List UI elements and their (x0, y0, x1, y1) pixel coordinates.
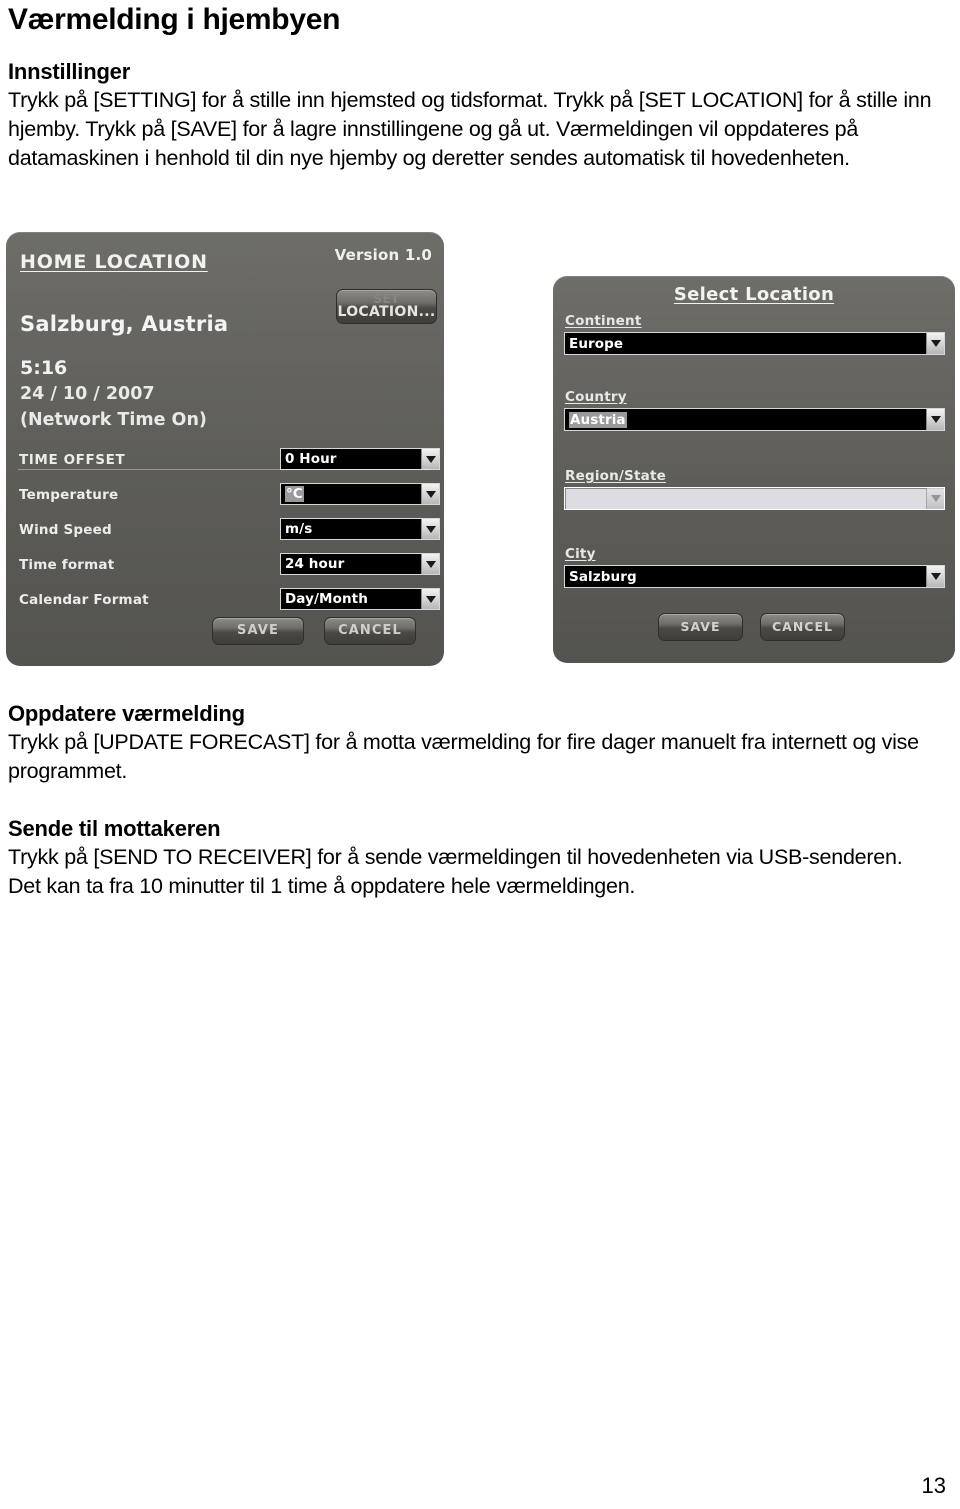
setting-label-wind-speed: Wind Speed (19, 522, 112, 538)
section-oppdatere-vaermelding: Oppdatere værmelding Trykk på [UPDATE FO… (8, 700, 938, 786)
select-location-window: Select Location Continent Europe Country… (553, 276, 955, 663)
chevron-down-icon (926, 566, 944, 587)
dropdown-city[interactable]: Salzburg (564, 565, 945, 588)
page-number: 13 (921, 1473, 946, 1498)
label-region-state: Region/State (565, 468, 666, 484)
setting-label-time-offset: TIME OFFSET (19, 452, 126, 468)
settings-divider (18, 469, 430, 470)
home-time-value: 5:16 (20, 357, 68, 379)
label-country: Country (565, 389, 627, 405)
select-cancel-button[interactable]: CANCEL (760, 613, 845, 641)
dropdown-wind-speed-value: m/s (285, 521, 313, 537)
chevron-down-icon (926, 333, 944, 354)
dropdown-time-offset-value: 0 Hour (285, 451, 337, 467)
section-heading: Innstillinger (8, 59, 131, 84)
dropdown-region-state[interactable] (564, 487, 945, 510)
dropdown-wind-speed[interactable]: m/s (280, 518, 440, 540)
setting-label-time-format: Time format (19, 557, 115, 573)
dropdown-country-value: Austria (569, 411, 627, 428)
section-heading: Sende til mottakeren (8, 816, 221, 841)
dropdown-temperature-value: °C (285, 486, 304, 502)
setting-row-time-format: Time format 24 hour (6, 549, 444, 584)
dropdown-time-offset[interactable]: 0 Hour (280, 448, 440, 470)
home-location-window: HOME LOCATION Version 1.0 SET LOCATION..… (6, 232, 444, 666)
home-date-value: 24 / 10 / 2007 (20, 384, 155, 404)
home-save-button[interactable]: SAVE (212, 617, 304, 645)
dropdown-country[interactable]: Austria (564, 408, 945, 431)
setting-row-time-offset: TIME OFFSET 0 Hour (6, 444, 444, 479)
select-save-button[interactable]: SAVE (658, 613, 743, 641)
dropdown-calendar-format-value: Day/Month (285, 591, 368, 607)
software-screenshot-figure: HOME LOCATION Version 1.0 SET LOCATION..… (0, 228, 960, 678)
set-location-button-line2: LOCATION... (337, 303, 436, 320)
dropdown-continent-value: Europe (569, 335, 624, 352)
chevron-down-icon (926, 409, 944, 430)
chevron-down-icon (421, 554, 439, 574)
home-cancel-button[interactable]: CANCEL (324, 617, 416, 645)
home-network-time-status: (Network Time On) (20, 410, 207, 430)
setting-label-calendar-format: Calendar Format (19, 592, 149, 608)
version-label: Version 1.0 (334, 246, 432, 264)
dropdown-time-format-value: 24 hour (285, 556, 345, 572)
section-body: Trykk på [SETTING] for å stille inn hjem… (8, 88, 932, 170)
dropdown-continent[interactable]: Europe (564, 332, 945, 355)
setting-row-wind-speed: Wind Speed m/s (6, 514, 444, 549)
document-page: Værmelding i hjembyen Innstillinger Tryk… (0, 0, 960, 1509)
set-location-button[interactable]: SET LOCATION... (336, 289, 437, 324)
dropdown-time-format[interactable]: 24 hour (280, 553, 440, 575)
home-settings-list: TIME OFFSET 0 Hour Temperature °C Wind S… (6, 444, 444, 619)
chevron-down-icon (421, 519, 439, 539)
section-sende-til-mottakeren: Sende til mottakeren Trykk på [SEND TO R… (8, 815, 938, 901)
label-continent: Continent (565, 313, 642, 329)
chevron-down-icon (421, 449, 439, 469)
section-innstillinger: Innstillinger Trykk på [SETTING] for å s… (8, 58, 938, 173)
home-city-value: Salzburg, Austria (20, 312, 229, 336)
setting-row-temperature: Temperature °C (6, 479, 444, 514)
section-heading: Oppdatere værmelding (8, 701, 245, 726)
dropdown-city-value: Salzburg (569, 568, 637, 585)
home-location-title: HOME LOCATION (20, 251, 208, 273)
page-title: Værmelding i hjembyen (8, 3, 341, 36)
dropdown-calendar-format[interactable]: Day/Month (280, 588, 440, 610)
select-location-title: Select Location (673, 284, 835, 305)
setting-row-calendar-format: Calendar Format Day/Month (6, 584, 444, 619)
section-body: Trykk på [SEND TO RECEIVER] for å sende … (8, 845, 903, 898)
dropdown-region-state-value (565, 488, 926, 509)
label-city: City (565, 546, 596, 562)
chevron-down-icon (421, 589, 439, 609)
chevron-down-icon (926, 488, 944, 509)
dropdown-temperature[interactable]: °C (280, 483, 440, 505)
section-body: Trykk på [UPDATE FORECAST] for å motta v… (8, 730, 919, 783)
chevron-down-icon (421, 484, 439, 504)
setting-label-temperature: Temperature (19, 487, 119, 503)
